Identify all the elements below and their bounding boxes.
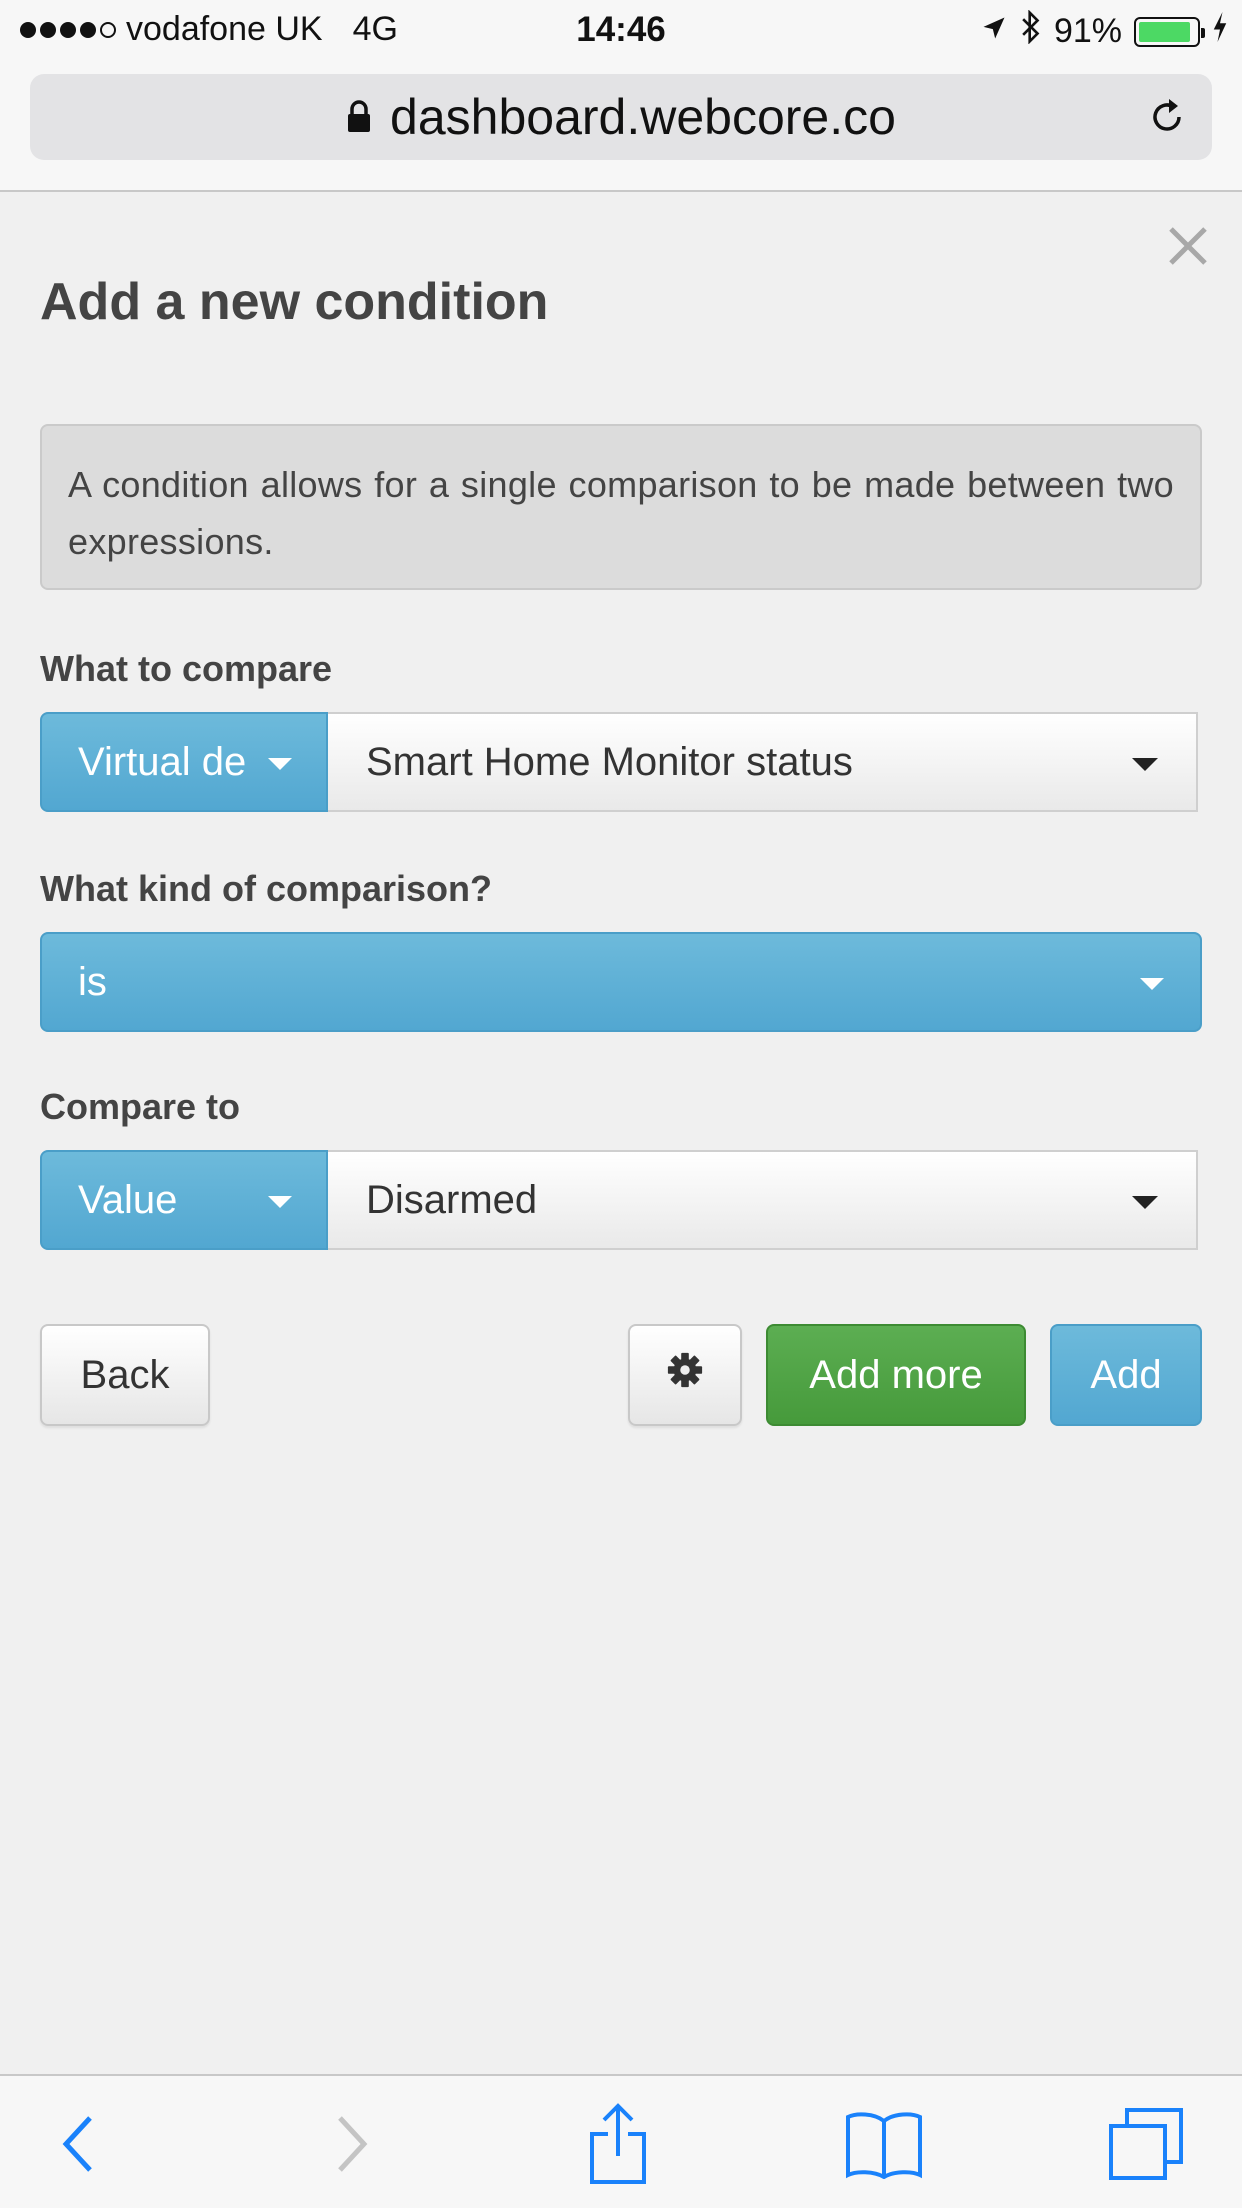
gear-icon <box>666 1351 704 1399</box>
compare-to-value-select[interactable]: Disarmed <box>328 1150 1198 1250</box>
status-bar: vodafone UK 4G 14:46 91% <box>0 0 1242 62</box>
battery-fill <box>1139 21 1190 42</box>
compare-to-group: Value Disarmed <box>40 1150 1198 1250</box>
settings-button[interactable] <box>628 1324 742 1426</box>
tabs-icon[interactable] <box>1106 2104 1186 2184</box>
url-text: dashboard.webcore.co <box>390 89 896 145</box>
what-to-compare-group: Virtual de Smart Home Monitor status <box>40 712 1198 812</box>
bluetooth-icon <box>1020 9 1042 53</box>
back-nav-icon[interactable] <box>38 2104 118 2184</box>
address-bar[interactable]: dashboard.webcore.co <box>30 74 1212 160</box>
dialog-title: Add a new condition <box>40 273 549 331</box>
comparison-select[interactable]: is <box>40 932 1202 1032</box>
compare-to-type-value: Value <box>78 1177 178 1222</box>
compare-to-type-dropdown[interactable]: Value <box>40 1150 328 1250</box>
operand-type-value: Virtual de <box>78 739 247 784</box>
comparison-label: What kind of comparison? <box>40 868 493 909</box>
chevron-down-icon <box>268 758 292 770</box>
attribute-select[interactable]: Smart Home Monitor status <box>328 712 1198 812</box>
operand-type-dropdown[interactable]: Virtual de <box>40 712 328 812</box>
comparison-value: is <box>78 959 107 1004</box>
forward-nav-icon[interactable] <box>312 2104 392 2184</box>
status-right: 91% <box>980 9 1228 53</box>
what-to-compare-label: What to compare <box>40 648 333 689</box>
compare-to-value: Disarmed <box>366 1177 538 1222</box>
back-button[interactable]: Back <box>40 1324 210 1426</box>
attribute-value: Smart Home Monitor status <box>366 739 853 784</box>
charging-icon <box>1212 12 1228 51</box>
browser-toolbar <box>0 2074 1242 2208</box>
browser-top-bar: vodafone UK 4G 14:46 91% dashboard.webco… <box>0 0 1242 192</box>
battery-icon <box>1134 16 1205 47</box>
lock-icon <box>346 100 372 134</box>
reload-icon[interactable] <box>1142 92 1192 142</box>
chevron-down-icon <box>268 1196 292 1208</box>
chevron-down-icon <box>1132 1196 1158 1209</box>
chevron-down-icon <box>1140 978 1164 990</box>
compare-to-label: Compare to <box>40 1086 241 1127</box>
battery-percent: 91% <box>1053 12 1122 50</box>
chevron-down-icon <box>1132 758 1158 771</box>
location-arrow-icon <box>980 12 1008 51</box>
add-button[interactable]: Add <box>1050 1324 1202 1426</box>
add-more-button[interactable]: Add more <box>766 1324 1026 1426</box>
info-box: A condition allows for a single comparis… <box>40 424 1202 590</box>
share-icon[interactable] <box>578 2103 658 2184</box>
bookmarks-icon[interactable] <box>844 2104 924 2184</box>
close-icon[interactable] <box>1164 222 1212 270</box>
